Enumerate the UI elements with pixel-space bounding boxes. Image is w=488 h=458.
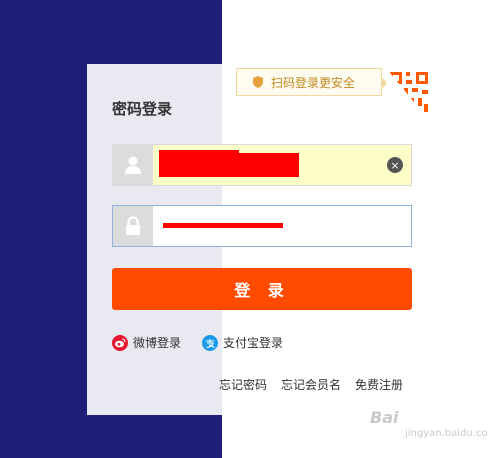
username-field[interactable]: × (112, 144, 412, 186)
login-button[interactable]: 登 录 (112, 268, 412, 310)
watermark-brand: Bai (370, 408, 399, 427)
qr-code-toggle-icon[interactable] (386, 68, 432, 124)
page-title: 密码登录 (112, 100, 173, 118)
register-link[interactable]: 免费注册 (355, 376, 403, 393)
watermark-domain: jingyan.baidu.com (405, 428, 488, 439)
lock-icon (113, 206, 153, 246)
redaction-mark (163, 223, 283, 228)
weibo-login-label: 微博登录 (133, 336, 182, 350)
alipay-login-link[interactable]: 支付宝登录 (202, 334, 283, 351)
user-icon (113, 145, 153, 185)
redaction-mark (159, 153, 299, 177)
alipay-login-label: 支付宝登录 (223, 336, 284, 350)
weibo-login-link[interactable]: 微博登录 (112, 334, 181, 351)
qr-tip-label: 扫码登录更安全 (271, 75, 356, 90)
shield-icon (253, 76, 263, 88)
login-card: 密码登录 扫码登录更安全 × 登 录 微博登录 支付宝登录 忘记密码 忘记会员名… (87, 64, 432, 415)
weibo-icon (112, 334, 128, 351)
alipay-icon (202, 334, 218, 351)
account-links: 忘记密码 忘记会员名 免费注册 (219, 376, 403, 393)
forgot-username-link[interactable]: 忘记会员名 (281, 376, 341, 393)
password-field[interactable] (112, 205, 412, 247)
qr-login-tip[interactable]: 扫码登录更安全 (236, 68, 388, 96)
clear-icon[interactable]: × (387, 157, 403, 173)
forgot-password-link[interactable]: 忘记密码 (219, 376, 267, 393)
